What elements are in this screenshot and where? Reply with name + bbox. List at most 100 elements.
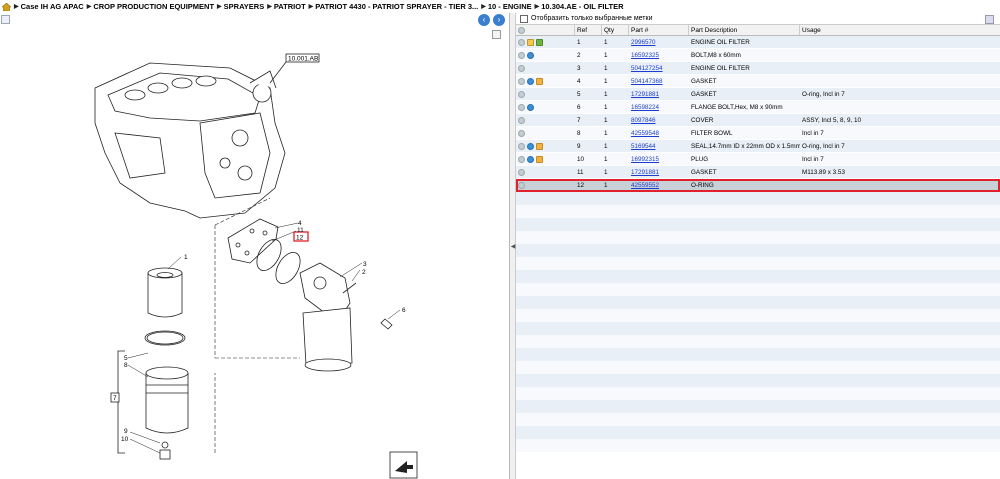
part-number-link[interactable]: 8097846 (631, 117, 656, 124)
add-to-cart-icon[interactable] (518, 64, 525, 72)
cell-qty: 1 (604, 169, 608, 176)
cell-qty: 1 (604, 130, 608, 137)
empty-row (516, 361, 1000, 374)
part-number-link[interactable]: 504127254 (631, 65, 663, 72)
home-icon[interactable] (2, 2, 11, 11)
callout-10[interactable]: 10 (121, 436, 129, 443)
replace-icon[interactable] (527, 51, 534, 59)
cell-usage (800, 101, 998, 113)
add-to-cart-icon[interactable] (518, 51, 525, 59)
arrow-icon[interactable] (536, 38, 543, 46)
cell-qty: 1 (604, 91, 608, 98)
callout-3[interactable]: 3 (363, 261, 367, 268)
part-number-link[interactable]: 42559548 (631, 130, 659, 137)
col-header-part[interactable]: Part # (629, 25, 689, 35)
row-icons (516, 49, 575, 61)
triangle-right-icon: ▶ (86, 4, 92, 10)
cell-ref: 5 (577, 91, 581, 98)
row-icons (516, 75, 575, 87)
table-row[interactable]: 1 1 2996570 ENGINE OIL FILTER (516, 36, 1000, 49)
folder-icon[interactable] (527, 38, 534, 46)
col-header-qty[interactable]: Qty (602, 25, 629, 35)
export-icon[interactable] (985, 15, 994, 24)
breadcrumb-item[interactable]: ▶ Case IH AG APAC (14, 2, 84, 11)
col-header-description[interactable]: Part Description (689, 25, 800, 35)
breadcrumb-item[interactable]: ▶ CROP PRODUCTION EQUIPMENT (87, 2, 214, 11)
gear-icon[interactable] (518, 26, 525, 34)
table-row[interactable]: 5 1 17291881 GASKET O-ring, Incl in 7 (516, 88, 1000, 101)
table-row[interactable]: 4 1 504147368 GASKET (516, 75, 1000, 88)
table-row[interactable]: 9 1 5169544 SEAL,14.7mm ID x 22mm OD x 1.5m… (516, 140, 1000, 153)
add-to-cart-icon[interactable] (518, 155, 525, 163)
replace-icon[interactable] (527, 155, 534, 163)
parts-list-panel: Отобразить только выбранные метки Ref Qt… (516, 13, 1000, 479)
cell-ref: 2 (577, 52, 581, 59)
callout-1[interactable]: 1 (184, 254, 188, 261)
part-number-link[interactable]: 16598224 (631, 104, 659, 111)
callout-8[interactable]: 8 (124, 362, 128, 369)
ref-box-label[interactable]: 10.001.AB (288, 56, 318, 63)
part-number-link[interactable]: 17291881 (631, 91, 659, 98)
empty-row (516, 426, 1000, 439)
part-number-link[interactable]: 42559552 (631, 182, 659, 189)
kit-icon[interactable] (536, 155, 543, 163)
callout-9[interactable]: 9 (124, 428, 128, 435)
empty-row (516, 231, 1000, 244)
callout-6[interactable]: 6 (402, 307, 406, 314)
replace-icon[interactable] (527, 77, 534, 85)
empty-row (516, 335, 1000, 348)
cell-ref: 4 (577, 78, 581, 85)
parts-table: Ref Qty Part # Part Description Usage 11… (516, 25, 1000, 452)
part-number-link[interactable]: 5169544 (631, 143, 656, 150)
replace-icon[interactable] (527, 103, 534, 111)
cell-description: O-RING (691, 182, 714, 189)
callout-2[interactable]: 2 (362, 269, 366, 276)
table-row[interactable]: 6 1 16598224 FLANGE BOLT,Hex, M8 x 90mm (516, 101, 1000, 114)
cell-description: GASKET (691, 78, 717, 85)
cell-part: 504127254 (629, 62, 689, 74)
part-number-link[interactable]: 16592325 (631, 52, 659, 59)
add-to-cart-icon[interactable] (518, 103, 525, 111)
cell-part: 42559548 (629, 127, 689, 139)
show-selected-only-checkbox[interactable] (520, 14, 528, 23)
kit-icon[interactable] (536, 142, 543, 150)
add-to-cart-icon[interactable] (518, 168, 525, 176)
breadcrumb-item[interactable]: ▶ 10 - ENGINE (481, 2, 531, 11)
cell-description: FLANGE BOLT,Hex, M8 x 90mm (691, 104, 783, 111)
select-all-header[interactable] (516, 25, 575, 35)
cell-usage (800, 36, 998, 48)
table-row[interactable]: 2 1 16592325 BOLT,M8 x 60mm (516, 49, 1000, 62)
callout-5[interactable]: 5 (124, 355, 128, 362)
add-to-cart-icon[interactable] (518, 77, 525, 85)
callout-4[interactable]: 4 (298, 220, 302, 227)
add-to-cart-icon[interactable] (518, 129, 525, 137)
part-number-link[interactable]: 16992315 (631, 156, 659, 163)
row-icons (516, 114, 575, 126)
callout-12[interactable]: 12 (296, 235, 304, 242)
table-row[interactable]: 8 1 42559548 FILTER BOWL Incl in 7 (516, 127, 1000, 140)
part-number-link[interactable]: 17291881 (631, 169, 659, 176)
breadcrumb-item[interactable]: ▶ SPRAYERS (217, 2, 264, 11)
table-row[interactable]: 12 1 42559552 O-RING (516, 179, 1000, 192)
breadcrumb-item[interactable]: ▶ PATRIOT 4430 - PATRIOT SPRAYER - TIER 3… (309, 2, 479, 11)
table-row[interactable]: 7 1 8097846 COVER ASSY, Incl 5, 8, 9, 10 (516, 114, 1000, 127)
part-number-link[interactable]: 2996570 (631, 39, 656, 46)
table-row[interactable]: 11 1 17291881 GASKET M113.89 x 3.53 (516, 166, 1000, 179)
table-row[interactable]: 10 1 16992315 PLUG Incl in 7 (516, 153, 1000, 166)
kit-icon[interactable] (536, 77, 543, 85)
part-number-link[interactable]: 504147368 (631, 78, 663, 85)
callout-7[interactable]: 7 (113, 395, 117, 402)
callout-11[interactable]: 11 (297, 227, 304, 234)
cell-usage (800, 75, 998, 87)
add-to-cart-icon[interactable] (518, 90, 525, 98)
col-header-usage[interactable]: Usage (800, 25, 998, 35)
add-to-cart-icon[interactable] (518, 181, 525, 189)
empty-row (516, 192, 1000, 205)
add-to-cart-icon[interactable] (518, 116, 525, 124)
add-to-cart-icon[interactable] (518, 142, 525, 150)
replace-icon[interactable] (527, 142, 534, 150)
add-to-cart-icon[interactable] (518, 38, 525, 46)
table-row[interactable]: 3 1 504127254 ENGINE OIL FILTER (516, 62, 1000, 75)
col-header-ref[interactable]: Ref (575, 25, 602, 35)
breadcrumb-item[interactable]: ▶ PATRIOT (267, 2, 305, 11)
